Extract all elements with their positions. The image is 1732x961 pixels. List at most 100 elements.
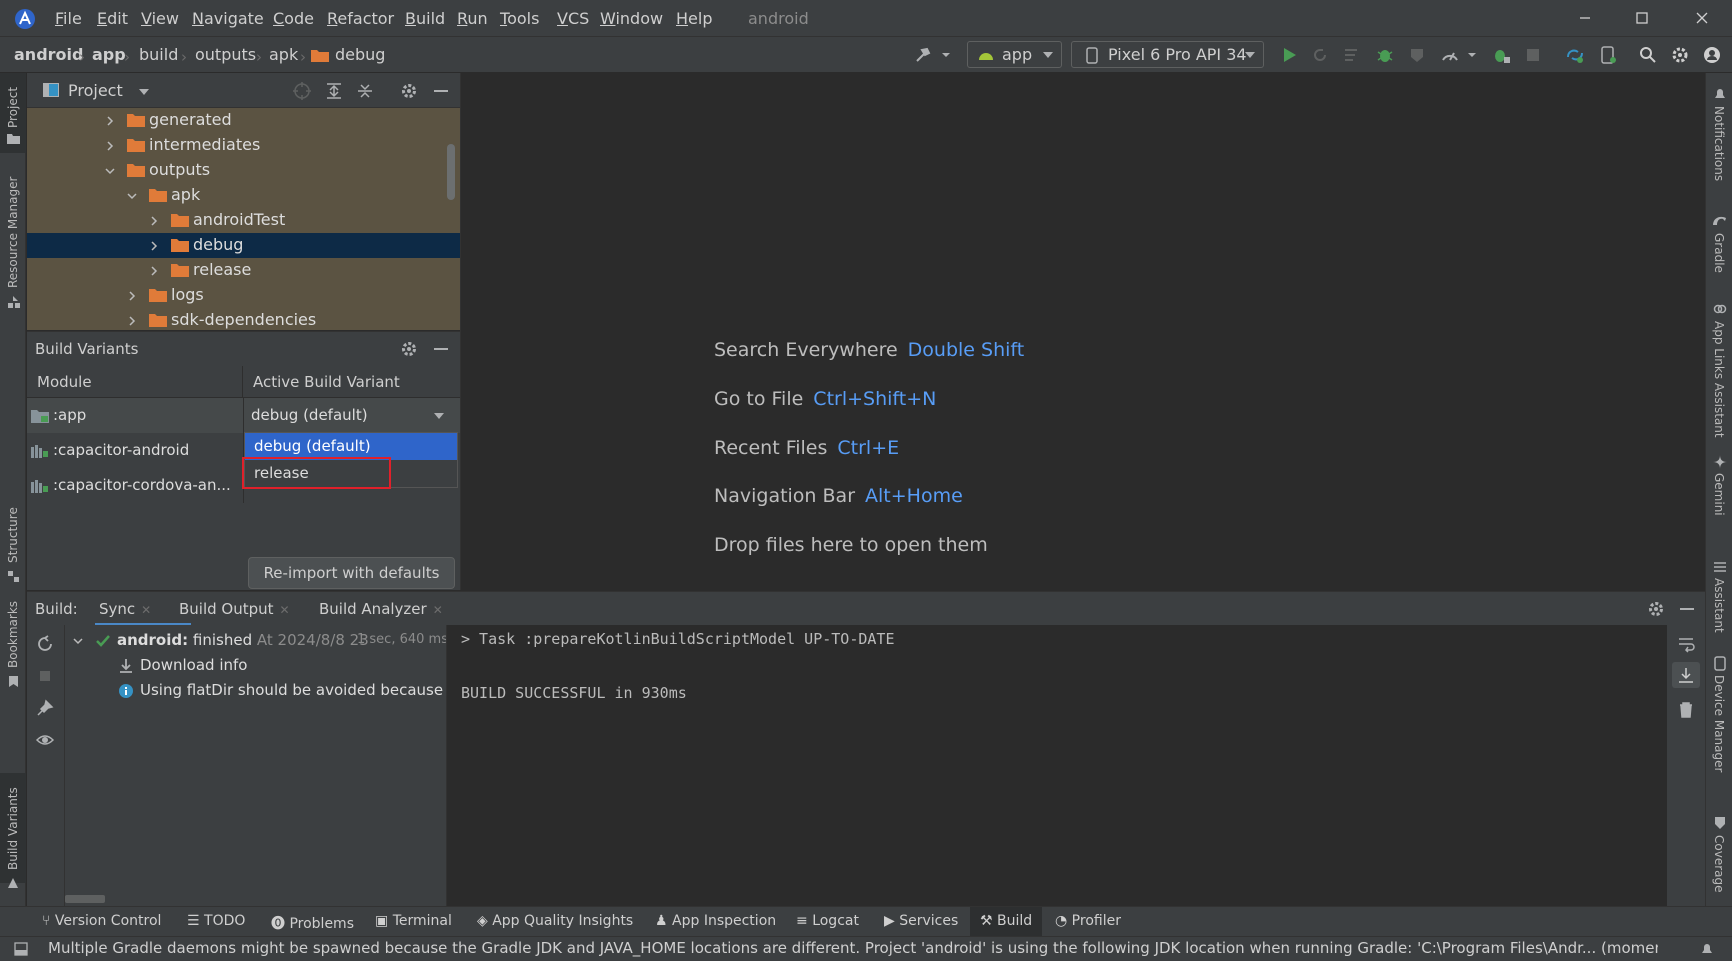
module-row-capacitor-cordova[interactable]: :capacitor-cordova-an...	[27, 468, 243, 503]
coverage-tool-label[interactable]: Coverage	[1712, 835, 1726, 893]
menu-build[interactable]: Build	[405, 9, 445, 28]
build-tree-hscrollbar[interactable]	[65, 895, 105, 903]
menu-help[interactable]: Help	[676, 9, 712, 28]
gear-icon[interactable]	[1647, 600, 1665, 618]
resource-manager-tool-label[interactable]: Resource Manager	[6, 177, 20, 288]
gradle-tool-label[interactable]: Gradle	[1712, 233, 1726, 273]
status-message[interactable]: Multiple Gradle daemons might be spawned…	[48, 939, 1658, 957]
minimize-button[interactable]	[1575, 8, 1595, 28]
assistant-tool-label[interactable]: Assistant	[1712, 578, 1726, 633]
eye-icon[interactable]	[36, 731, 54, 749]
chevron-right-icon[interactable]	[127, 316, 137, 326]
chevron-right-icon[interactable]	[149, 241, 159, 251]
menu-view[interactable]: View	[141, 9, 179, 28]
breadcrumb-app[interactable]: app	[92, 45, 126, 64]
breadcrumb-debug[interactable]: debug	[335, 45, 385, 64]
tree-row-generated[interactable]: generated	[27, 108, 460, 133]
locate-file-icon[interactable]	[293, 82, 311, 100]
search-icon[interactable]	[1638, 45, 1658, 65]
tab-sync[interactable]: Sync ✕	[99, 600, 151, 618]
device-manager-tool-label[interactable]: Device Manager	[1712, 675, 1726, 772]
breadcrumb-build[interactable]: build	[139, 45, 178, 64]
tree-row-outputs[interactable]: outputs	[27, 158, 460, 183]
rerun-icon[interactable]	[1310, 45, 1330, 65]
run-icon[interactable]	[1279, 45, 1299, 65]
expand-all-icon[interactable]	[325, 82, 343, 100]
close-tab-icon[interactable]: ✕	[141, 603, 151, 617]
menu-run[interactable]: Run	[457, 9, 488, 28]
tool-build[interactable]: ⚒ Build	[970, 907, 1042, 937]
reimport-defaults-button[interactable]: Re-import with defaults	[248, 557, 455, 589]
menu-refactor[interactable]: Refactor	[327, 9, 394, 28]
stop-icon[interactable]	[36, 667, 54, 685]
chevron-right-icon[interactable]	[105, 141, 115, 151]
tool-terminal[interactable]: ▣ Terminal	[375, 913, 452, 929]
hide-panel-icon[interactable]	[432, 82, 450, 100]
scroll-to-end-button[interactable]	[1672, 662, 1700, 688]
tool-version-control[interactable]: ⑂ Version Control	[42, 913, 161, 929]
notifications-tool-label[interactable]: Notifications	[1712, 106, 1726, 181]
structure-tool-label[interactable]: Structure	[6, 507, 20, 563]
bookmarks-tool-label[interactable]: Bookmarks	[6, 601, 20, 668]
tree-row-debug[interactable]: debug	[27, 233, 460, 258]
toggle-tool-windows-icon[interactable]	[14, 942, 28, 956]
gear-icon[interactable]	[400, 82, 418, 100]
menu-edit[interactable]: Edit	[97, 9, 128, 28]
breadcrumb-apk[interactable]: apk	[269, 45, 298, 64]
menu-navigate[interactable]: Navigate	[192, 9, 264, 28]
tree-row-logs[interactable]: logs	[27, 283, 460, 308]
menu-code[interactable]: Code	[273, 9, 314, 28]
chevron-right-icon[interactable]	[105, 116, 115, 126]
hide-panel-icon[interactable]	[1678, 600, 1696, 618]
menu-window[interactable]: Window	[600, 9, 663, 28]
chevron-down-icon[interactable]	[940, 45, 952, 65]
run-config-dropdown[interactable]: app	[967, 41, 1062, 68]
pin-icon[interactable]	[36, 699, 54, 717]
chevron-down-icon[interactable]	[138, 87, 150, 97]
chevron-down-icon[interactable]	[73, 636, 83, 646]
tool-profiler[interactable]: ◔ Profiler	[1055, 913, 1121, 929]
settings-gear-icon[interactable]	[1670, 45, 1690, 65]
tree-row-sdk-dependencies[interactable]: sdk-dependencies	[27, 308, 460, 330]
apply-changes-icon[interactable]	[1342, 45, 1362, 65]
chevron-down-icon[interactable]	[127, 191, 137, 201]
variant-dropdown-app[interactable]: debug (default)	[243, 398, 460, 433]
tool-app-quality-insights[interactable]: ◈ App Quality Insights	[477, 913, 633, 929]
tool-todo[interactable]: ☰ TODO	[187, 913, 245, 929]
tool-problems[interactable]: ⓿ Problems	[271, 913, 354, 933]
soft-wrap-icon[interactable]	[1677, 635, 1695, 653]
android-studio-logo-icon[interactable]	[14, 8, 36, 30]
tree-row-androidtest[interactable]: androidTest	[27, 208, 460, 233]
tool-services[interactable]: ▶ Services	[884, 913, 958, 929]
debug-icon[interactable]	[1375, 45, 1395, 65]
account-icon[interactable]	[1702, 45, 1722, 65]
tool-app-inspection[interactable]: ♟ App Inspection	[655, 913, 776, 929]
close-tab-icon[interactable]: ✕	[280, 603, 290, 617]
chevron-right-icon[interactable]	[127, 291, 137, 301]
project-panel-title[interactable]: Project	[68, 81, 123, 100]
maximize-button[interactable]	[1632, 8, 1652, 28]
column-header-module[interactable]: Module	[27, 366, 243, 398]
hammer-build-icon[interactable]	[913, 45, 933, 65]
device-dropdown[interactable]: Pixel 6 Pro API 34	[1071, 41, 1264, 68]
gear-icon[interactable]	[400, 340, 418, 358]
sync-refresh-icon[interactable]	[36, 635, 54, 653]
module-row-app[interactable]: :app	[27, 398, 243, 433]
menu-tools[interactable]: Tools	[500, 9, 539, 28]
build-tree-root-row[interactable]: android: finished At 2024/8/8 23 1 sec, …	[65, 629, 446, 653]
collapse-all-icon[interactable]	[356, 82, 374, 100]
build-tree-row-flatdir-warning[interactable]: Using flatDir should be avoided because …	[65, 679, 446, 703]
close-tab-icon[interactable]: ✕	[433, 603, 443, 617]
tab-build-analyzer[interactable]: Build Analyzer ✕	[319, 600, 443, 618]
stop-icon[interactable]	[1523, 45, 1543, 65]
gemini-tool-label[interactable]: Gemini	[1712, 473, 1726, 516]
breadcrumb-android[interactable]: android	[14, 45, 83, 64]
chevron-right-icon[interactable]	[149, 216, 159, 226]
close-window-button[interactable]	[1692, 8, 1712, 28]
dropdown-option-debug[interactable]: debug (default)	[245, 433, 457, 460]
chevron-down-icon[interactable]	[105, 166, 115, 176]
device-manager-icon[interactable]	[1598, 45, 1618, 65]
tool-logcat[interactable]: ≡ Logcat	[796, 913, 859, 929]
build-tree-row-download-info[interactable]: Download info	[65, 654, 446, 678]
tree-row-apk[interactable]: apk	[27, 183, 460, 208]
